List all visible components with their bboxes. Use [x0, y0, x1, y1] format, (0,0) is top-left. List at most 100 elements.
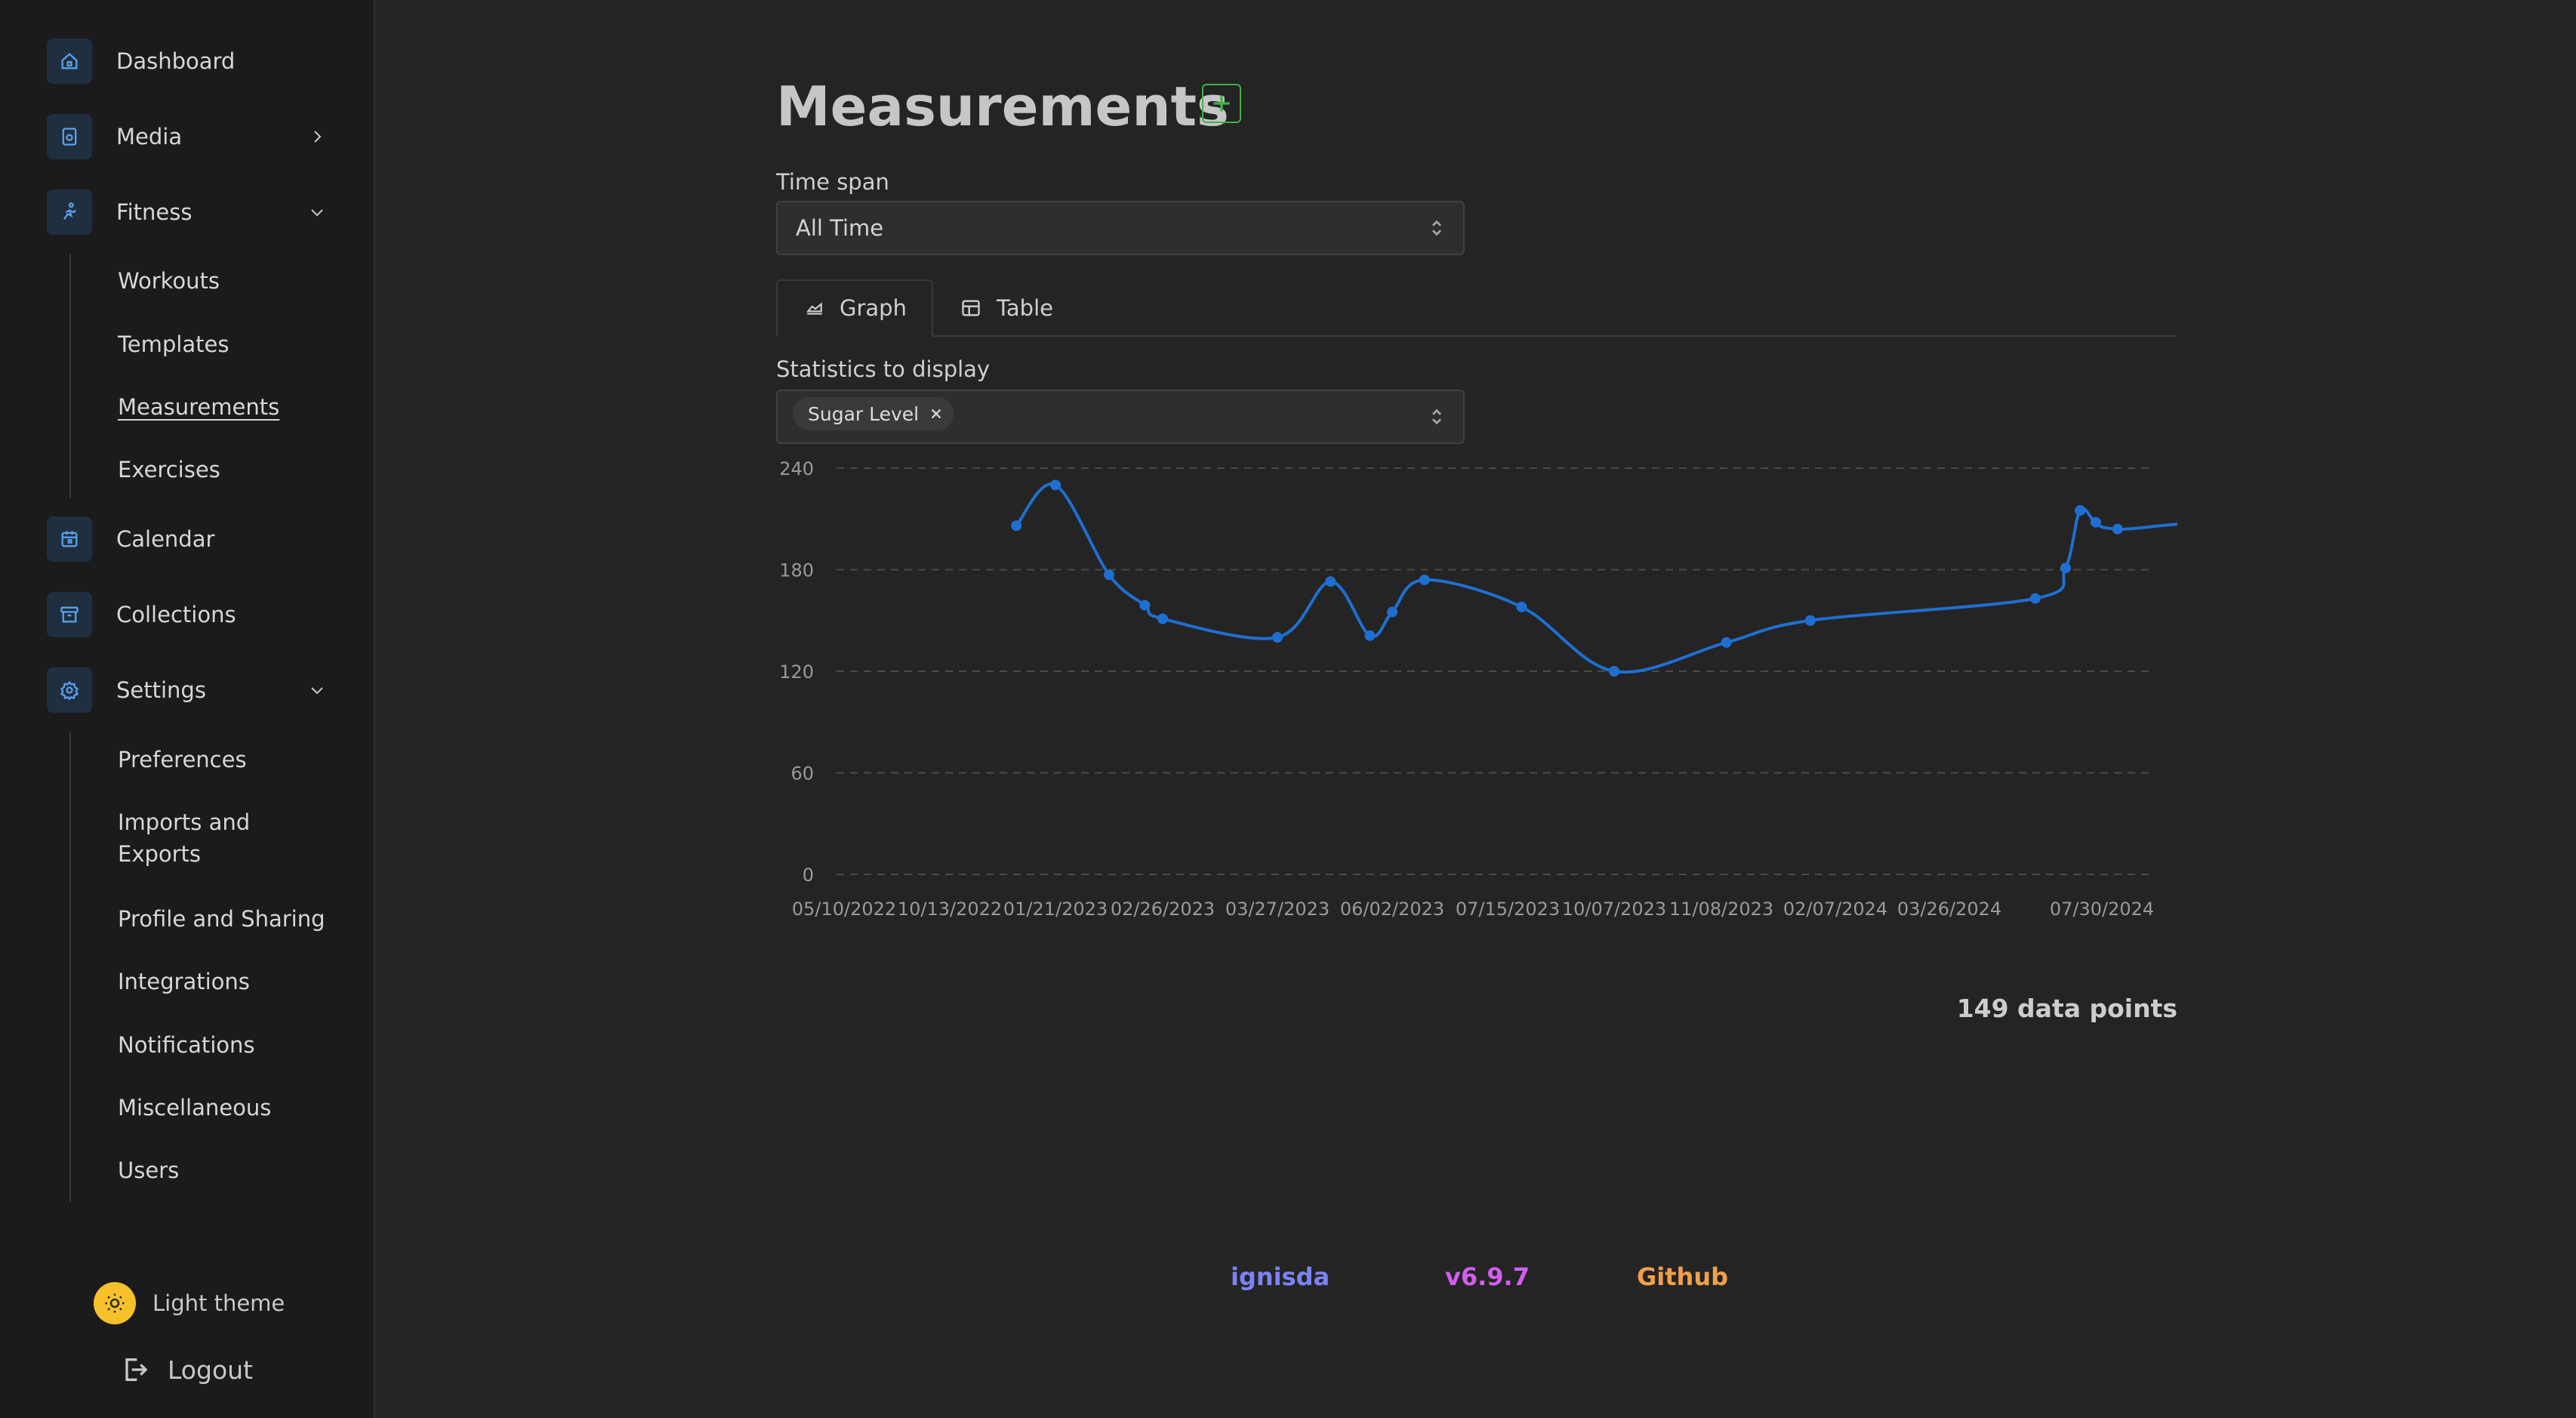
sidebar-item-profile-sharing[interactable]: Profile and Sharing [118, 903, 325, 935]
logout-icon [125, 1358, 148, 1381]
sidebar-item-label: Settings [116, 677, 206, 703]
data-point [2060, 563, 2071, 574]
x-tick-label: 10/07/2023 [1562, 899, 1666, 920]
statistics-label: Statistics to display [776, 356, 991, 382]
media-icon [47, 114, 92, 159]
page-title: Measurements [776, 75, 1229, 138]
data-point [1139, 600, 1151, 611]
sidebar-item-workouts[interactable]: Workouts [118, 265, 220, 297]
user-link[interactable]: ignisda [1231, 1262, 1330, 1291]
sidebar-item-fitness[interactable]: Fitness [47, 190, 334, 235]
data-point [2090, 516, 2101, 528]
home-icon [47, 39, 92, 84]
time-span-label: Time span [776, 169, 889, 195]
tab-table[interactable]: Table [960, 279, 1096, 337]
data-point [1325, 576, 1336, 587]
sidebar-item-label: Calendar [116, 526, 215, 552]
logout-label: Logout [168, 1355, 253, 1385]
sidebar-item-imports-exports[interactable]: Imports and Exports [118, 806, 307, 870]
github-link[interactable]: Github [1637, 1262, 1728, 1291]
sidebar-item-media[interactable]: Media [47, 114, 334, 159]
sidebar-item-label: Dashboard [116, 48, 236, 74]
add-measurement-button[interactable] [1202, 84, 1241, 123]
sidebar: Dashboard Media Fitness Workouts Templat… [0, 0, 375, 1418]
sidebar-item-users[interactable]: Users [118, 1154, 179, 1186]
x-tick-label: 06/02/2023 [1340, 899, 1444, 920]
data-point [1387, 606, 1397, 618]
data-point [1609, 666, 1619, 677]
x-tick-label: 02/26/2023 [1111, 899, 1215, 920]
data-point [1011, 520, 1022, 532]
sidebar-item-label: Media [116, 124, 183, 150]
sidebar-item-notifications[interactable]: Notifications [118, 1029, 255, 1061]
y-tick-label: 180 [779, 560, 814, 581]
calendar-icon [47, 516, 92, 562]
y-tick-label: 0 [803, 865, 814, 886]
y-tick-label: 240 [779, 458, 814, 479]
y-tick-label: 60 [790, 763, 814, 785]
sidebar-item-dashboard[interactable]: Dashboard [47, 39, 334, 84]
data-point [1104, 569, 1114, 581]
selector-icon [1432, 408, 1441, 425]
sidebar-item-settings[interactable]: Settings [47, 667, 334, 713]
close-icon[interactable] [928, 405, 944, 422]
data-point [1364, 630, 1376, 641]
submenu-rail [69, 732, 71, 1202]
data-point [2029, 593, 2041, 604]
y-tick-label: 120 [779, 661, 814, 683]
data-point [1516, 601, 1527, 612]
data-point [2112, 523, 2123, 535]
archive-icon [47, 592, 92, 637]
version-link[interactable]: v6.9.7 [1445, 1262, 1530, 1291]
time-span-value: All Time [796, 215, 884, 241]
tab-graph[interactable]: Graph [776, 279, 933, 337]
sidebar-item-collections[interactable]: Collections [47, 592, 334, 637]
plus-icon [1213, 95, 1230, 112]
submenu-rail [69, 254, 71, 498]
data-point [2075, 505, 2086, 516]
data-point [1721, 637, 1732, 648]
sidebar-item-calendar[interactable]: Calendar [47, 516, 334, 562]
gear-icon [47, 667, 92, 713]
x-tick-label: 02/07/2024 [1783, 899, 1887, 920]
view-tabs: Graph Table [776, 279, 2177, 337]
x-tick-label: 03/27/2023 [1225, 899, 1330, 920]
data-point [1272, 632, 1283, 643]
sidebar-item-miscellaneous[interactable]: Miscellaneous [118, 1092, 271, 1124]
area-chart-icon [806, 302, 822, 315]
statistic-chip: Sugar Level [793, 397, 954, 430]
chevron-down-icon [311, 687, 323, 695]
data-points-count: 149 data points [1956, 994, 2177, 1023]
tab-label: Table [997, 295, 1053, 321]
time-span-select[interactable]: All Time [776, 201, 1465, 255]
data-point [1804, 615, 1816, 626]
chip-label: Sugar Level [808, 402, 920, 425]
selector-icon [1432, 220, 1441, 236]
x-tick-label: 05/10/2022 [792, 899, 896, 920]
table-icon [962, 300, 980, 316]
data-point [1157, 613, 1168, 624]
x-tick-label: 03/26/2024 [1897, 899, 2001, 920]
sidebar-item-preferences[interactable]: Preferences [118, 744, 247, 775]
x-tick-label: 01/21/2023 [1003, 899, 1108, 920]
footer: ignisda v6.9.7 Github [0, 1262, 2576, 1300]
x-tick-label: 11/08/2023 [1669, 899, 1773, 920]
sidebar-item-label: Fitness [116, 199, 193, 225]
x-tick-label: 07/15/2023 [1456, 899, 1560, 920]
x-tick-label: 07/30/2024 [2050, 899, 2154, 920]
x-tick-label: 10/13/2022 [898, 899, 1002, 920]
sidebar-item-measurements[interactable]: Measurements [118, 391, 279, 423]
sidebar-item-integrations[interactable]: Integrations [118, 966, 250, 997]
sidebar-item-templates[interactable]: Templates [118, 328, 229, 360]
series-line [1015, 482, 2177, 674]
sidebar-item-label: Collections [116, 602, 236, 627]
chevron-right-icon [314, 131, 322, 143]
data-point [1050, 479, 1061, 491]
logout-button[interactable]: Logout [119, 1355, 253, 1385]
sidebar-item-exercises[interactable]: Exercises [118, 454, 220, 486]
data-point [1419, 574, 1430, 585]
chevron-down-icon [311, 209, 323, 217]
run-icon [47, 190, 92, 235]
tab-label: Graph [840, 295, 907, 321]
sugar-level-chart: 0 60 120 180 240 05/10/2022 10/13/2022 01/21/20… [779, 458, 2177, 920]
